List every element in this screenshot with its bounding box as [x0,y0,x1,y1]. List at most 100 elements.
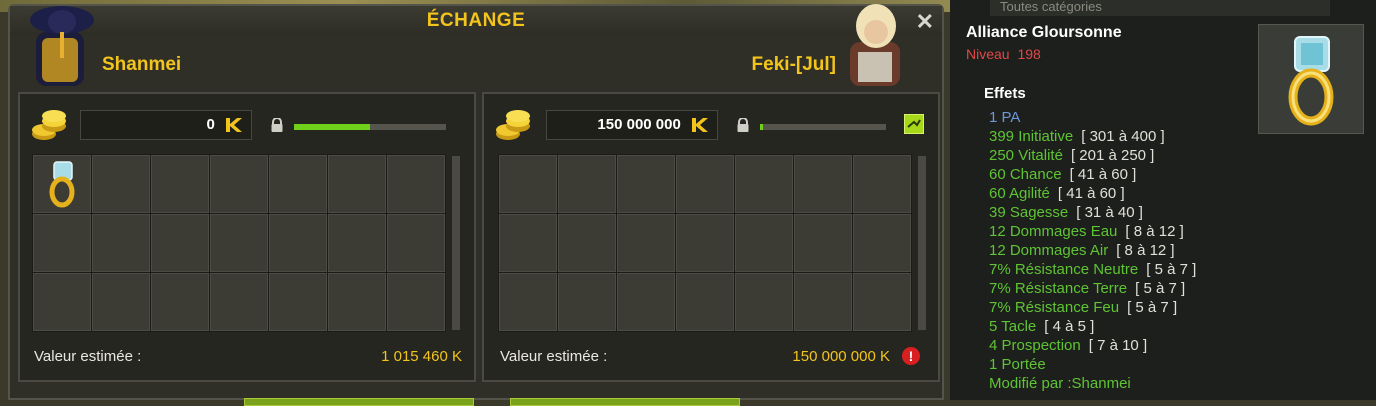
ring-item-icon[interactable] [34,156,90,212]
item-slot[interactable] [676,214,734,272]
category-filter[interactable]: Toutes catégories [990,0,1330,16]
item-slot[interactable] [499,214,557,272]
effect-row: 7% Résistance Terre [ 5 à 7 ] [989,280,1185,297]
item-slot[interactable] [328,214,386,272]
item-slot[interactable] [269,155,327,213]
player-name-right: Feki-[Jul] [751,54,836,75]
effect-row: 12 Dommages Air [ 8 à 12 ] [989,242,1175,259]
item-slot[interactable] [151,155,209,213]
item-slot[interactable] [558,214,616,272]
estimated-value-label-left: Valeur estimée : [34,348,142,365]
item-slot[interactable] [499,155,557,213]
effect-range: [ 301 à 400 ] [1081,128,1165,145]
level-label: Niveau [966,46,1010,62]
item-preview [1258,24,1364,134]
item-slot[interactable] [676,155,734,213]
kamas-coins-icon [32,110,66,140]
kamas-input-left[interactable]: 0 [80,110,252,140]
effects-title: Effets [984,85,1026,102]
lock-icon[interactable] [736,118,750,132]
item-slot[interactable] [387,273,445,331]
effect-name: 4 Prospection [989,337,1081,354]
item-slot[interactable] [558,273,616,331]
item-slot[interactable] [853,155,911,213]
item-slot[interactable] [617,214,675,272]
effect-row: 39 Sagesse [ 31 à 40 ] [989,204,1143,221]
ring-item-icon [1288,36,1334,126]
item-grid-right [498,154,912,332]
kamas-input-right[interactable]: 150 000 000 [546,110,718,140]
item-slot[interactable] [853,214,911,272]
item-slot[interactable] [210,214,268,272]
effect-name: 12 Dommages Air [989,242,1109,259]
item-slot[interactable] [33,214,91,272]
item-slot[interactable] [387,155,445,213]
effect-row: Modifié par :Shanmei [989,375,1131,392]
effect-range: [ 8 à 12 ] [1125,223,1184,240]
effect-name: 60 Agilité [989,185,1050,202]
item-slot[interactable] [794,273,852,331]
validation-progress-bar-right [760,124,886,130]
item-slot[interactable] [210,155,268,213]
item-tooltip: Toutes catégories Alliance Gloursonne Ni… [950,0,1376,400]
item-slot[interactable] [92,214,150,272]
item-slot[interactable] [328,273,386,331]
item-slot[interactable] [151,273,209,331]
left-trade-panel: 0 Valeur estimée : 1 015 460 K [18,92,476,382]
scrollbar-left[interactable] [452,156,460,330]
item-slot[interactable] [33,155,91,213]
effect-name: 250 Vitalité [989,147,1063,164]
kamas-amount-right: 150 000 000 [597,116,681,133]
player-name-left: Shanmei [102,54,182,75]
level-value: 198 [1017,46,1041,62]
item-slot[interactable] [210,273,268,331]
item-slot[interactable] [853,273,911,331]
item-slot[interactable] [558,155,616,213]
scrollbar-right[interactable] [918,156,926,330]
effect-row: 399 Initiative [ 301 à 400 ] [989,128,1165,145]
kamas-coins-icon [496,110,530,140]
effect-name: 1 PA [989,109,1021,126]
estimated-value-label-right: Valeur estimée : [500,348,608,365]
item-slot[interactable] [92,155,150,213]
effect-range: [ 41 à 60 ] [1069,166,1137,183]
effect-row: 12 Dommages Eau [ 8 à 12 ] [989,223,1184,240]
effect-range: [ 5 à 7 ] [1135,280,1186,297]
effect-name: 399 Initiative [989,128,1074,145]
effect-range: [ 31 à 40 ] [1076,204,1143,221]
effect-range: [ 5 à 7 ] [1127,299,1178,316]
close-button[interactable]: ✕ [916,9,934,35]
item-slot[interactable] [269,273,327,331]
item-slot[interactable] [794,214,852,272]
item-slot[interactable] [269,214,327,272]
effect-row: 60 Agilité [ 41 à 60 ] [989,185,1125,202]
effect-range: [ 7 à 10 ] [1088,337,1148,354]
effect-row: 7% Résistance Feu [ 5 à 7 ] [989,299,1177,316]
effect-range: [ 8 à 12 ] [1116,242,1175,259]
item-slot[interactable] [794,155,852,213]
effect-row: 5 Tacle [ 4 à 5 ] [989,318,1094,335]
warning-icon[interactable]: ! [902,347,920,365]
item-slot[interactable] [387,214,445,272]
item-slot[interactable] [617,273,675,331]
item-slot[interactable] [617,155,675,213]
effect-name: 39 Sagesse [989,204,1069,221]
item-slot[interactable] [735,155,793,213]
bottom-button-left[interactable] [244,398,474,406]
item-slot[interactable] [33,273,91,331]
item-slot[interactable] [92,273,150,331]
item-slot[interactable] [676,273,734,331]
effect-name: 7% Résistance Terre [989,280,1128,297]
lock-icon[interactable] [270,118,284,132]
item-level: Niveau 198 [966,46,1041,62]
effect-name: 1 Portée [989,356,1046,373]
item-slot[interactable] [151,214,209,272]
item-slot[interactable] [735,273,793,331]
player-avatar-shanmei [30,6,94,86]
item-slot[interactable] [735,214,793,272]
item-slot[interactable] [328,155,386,213]
effect-row: 60 Chance [ 41 à 60 ] [989,166,1136,183]
player-avatar-feki [850,4,900,86]
item-slot[interactable] [499,273,557,331]
bottom-button-right[interactable] [510,398,740,406]
